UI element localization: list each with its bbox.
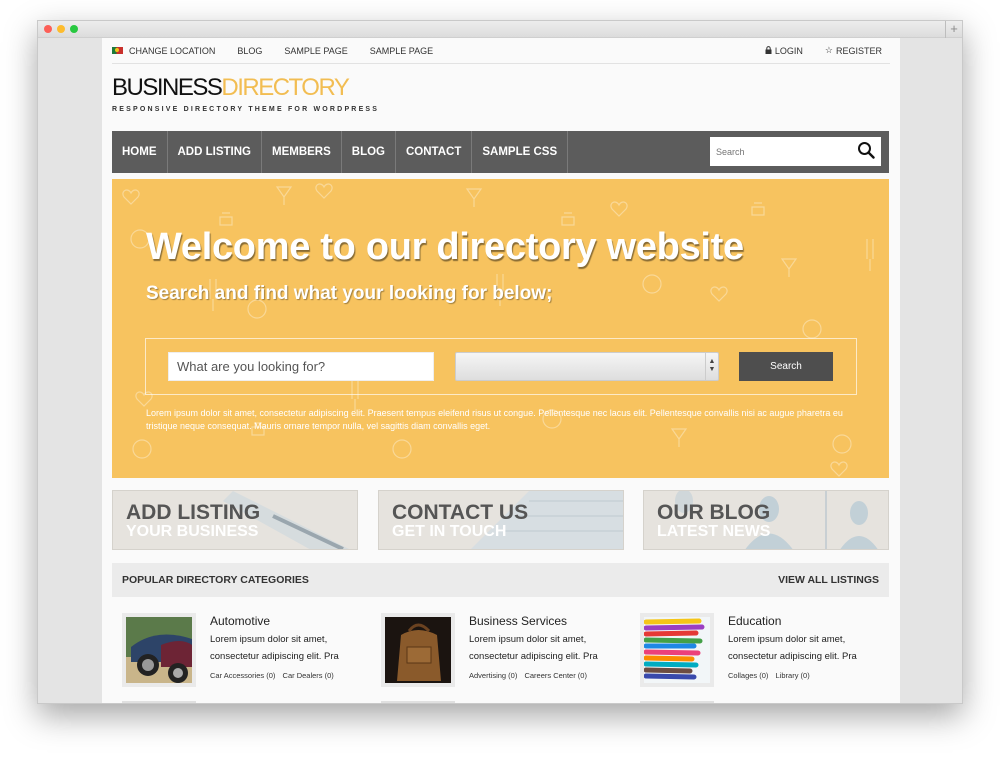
- login-label: LOGIN: [774, 45, 803, 56]
- logo-word-business: BUSINESS: [112, 74, 223, 101]
- sublink[interactable]: Car Dealers (0): [283, 671, 334, 680]
- change-location-link[interactable]: CHANGE LOCATION: [112, 46, 215, 56]
- main-nav: HOME ADD LISTING MEMBERS BLOG CONTACT SA…: [112, 131, 889, 173]
- hero-keyword-input[interactable]: What are you looking for?: [168, 352, 434, 381]
- categories-header: POPULAR DIRECTORY CATEGORIES VIEW ALL LI…: [112, 563, 889, 597]
- logo-tagline: RESPONSIVE DIRECTORY THEME FOR WORDPRESS: [112, 106, 380, 113]
- hero-search-button[interactable]: Search: [739, 352, 833, 381]
- select-arrows-icon: ▲ ▼: [705, 353, 718, 380]
- categories-heading: POPULAR DIRECTORY CATEGORIES: [122, 574, 309, 586]
- category-description: Lorem ipsum dolor sit amet, consectetur …: [210, 634, 339, 662]
- category-title[interactable]: Automotive: [210, 614, 270, 628]
- hero-title: Welcome to our directory website: [146, 226, 744, 268]
- category-thumbnail[interactable]: [122, 613, 196, 687]
- category-sublinks: Advertising (0) Careers Center (0): [469, 671, 587, 680]
- hero-description: Lorem ipsum dolor sit amet, consectetur …: [146, 408, 843, 431]
- category-sublinks: Car Accessories (0) Car Dealers (0): [210, 671, 334, 680]
- category-description: Lorem ipsum dolor sit amet, consectetur …: [728, 634, 857, 662]
- sublink[interactable]: Collages (0): [728, 671, 768, 680]
- close-window-button[interactable]: [44, 25, 52, 33]
- colored-pencils-image: [643, 617, 710, 683]
- browser-window: + CHANGE LOCATION BLOG SAMPLE PAGE SAMPL…: [37, 20, 963, 704]
- minimize-window-button[interactable]: [57, 25, 65, 33]
- promo-subtitle: LATEST NEWS: [657, 523, 771, 540]
- promo-subtitle: GET IN TOUCH: [392, 523, 507, 540]
- change-location-label: CHANGE LOCATION: [129, 45, 216, 56]
- category-thumbnail[interactable]: [640, 613, 714, 687]
- category-title[interactable]: Education: [728, 614, 781, 628]
- view-all-listings-link[interactable]: VIEW ALL LISTINGS: [778, 574, 879, 586]
- hero-category-select[interactable]: ▲ ▼: [455, 352, 719, 381]
- nav-item-members[interactable]: MEMBERS: [262, 131, 342, 173]
- promo-title: CONTACT US: [392, 501, 529, 524]
- promo-title: OUR BLOG: [657, 501, 771, 524]
- category-description: Lorem ipsum dolor sit amet, consectetur …: [469, 634, 598, 662]
- logo-wordmark: BUSINESSDIRECTORY: [112, 75, 379, 101]
- leather-bag-image: [385, 617, 451, 683]
- sublink[interactable]: Careers Center (0): [524, 671, 587, 680]
- hero-search-form: What are you looking for? ▲ ▼ Search: [145, 338, 857, 395]
- search-icon[interactable]: [857, 141, 875, 159]
- logo-word-directory: DIRECTORY: [221, 74, 349, 101]
- topbar-sample-page-link[interactable]: SAMPLE PAGE: [284, 46, 347, 56]
- category-thumbnail[interactable]: [381, 613, 455, 687]
- promo-contact-us[interactable]: CONTACT US GET IN TOUCH: [378, 490, 624, 550]
- nav-item-contact[interactable]: CONTACT: [396, 131, 473, 173]
- hero-subtitle: Search and find what your looking for be…: [146, 283, 553, 304]
- nav-item-add-listing[interactable]: ADD LISTING: [168, 131, 262, 173]
- sublink[interactable]: Car Accessories (0): [210, 671, 275, 680]
- nav-search-box: [710, 137, 881, 166]
- topbar-sample-page-link-2[interactable]: SAMPLE PAGE: [370, 46, 433, 56]
- nav-item-blog[interactable]: BLOG: [342, 131, 396, 173]
- category-title[interactable]: Business Services: [469, 614, 567, 628]
- sublink[interactable]: Advertising (0): [469, 671, 517, 680]
- hero-banner: Welcome to our directory website Search …: [112, 179, 889, 478]
- browser-titlebar: +: [38, 21, 962, 38]
- next-row-thumbnail-partial: [640, 701, 714, 703]
- nav-item-home[interactable]: HOME: [112, 131, 168, 173]
- register-label: REGISTER: [835, 45, 882, 56]
- flag-icon: [112, 47, 123, 54]
- star-icon: ☆: [824, 45, 833, 55]
- category-sublinks: Collages (0) Library (0): [728, 671, 810, 680]
- new-tab-button[interactable]: +: [945, 21, 962, 38]
- nav-item-sample-css[interactable]: SAMPLE CSS: [472, 131, 569, 173]
- food-pattern-background: [122, 183, 874, 477]
- site-logo[interactable]: BUSINESSDIRECTORY RESPONSIVE DIRECTORY T…: [112, 75, 380, 114]
- web-page: CHANGE LOCATION BLOG SAMPLE PAGE SAMPLE …: [102, 38, 900, 703]
- account-links: LOGIN ☆ REGISTER: [743, 45, 890, 56]
- top-bar: CHANGE LOCATION BLOG SAMPLE PAGE SAMPLE …: [112, 38, 890, 64]
- sublink[interactable]: Library (0): [776, 671, 810, 680]
- vintage-cars-image: [126, 617, 192, 683]
- promo-our-blog[interactable]: OUR BLOG LATEST NEWS: [643, 490, 889, 550]
- next-row-thumbnail-partial: [381, 701, 455, 703]
- promo-add-listing[interactable]: ADD LISTING YOUR BUSINESS: [112, 490, 358, 550]
- register-link[interactable]: ☆ REGISTER: [825, 45, 882, 56]
- login-link[interactable]: LOGIN: [765, 45, 803, 56]
- next-row-thumbnail-partial: [122, 701, 196, 703]
- topbar-blog-link[interactable]: BLOG: [237, 46, 262, 56]
- nav-search-input[interactable]: [710, 146, 850, 157]
- lock-icon: [765, 45, 772, 56]
- promo-subtitle: YOUR BUSINESS: [126, 523, 259, 540]
- promo-title: ADD LISTING: [126, 501, 261, 524]
- maximize-window-button[interactable]: [70, 25, 78, 33]
